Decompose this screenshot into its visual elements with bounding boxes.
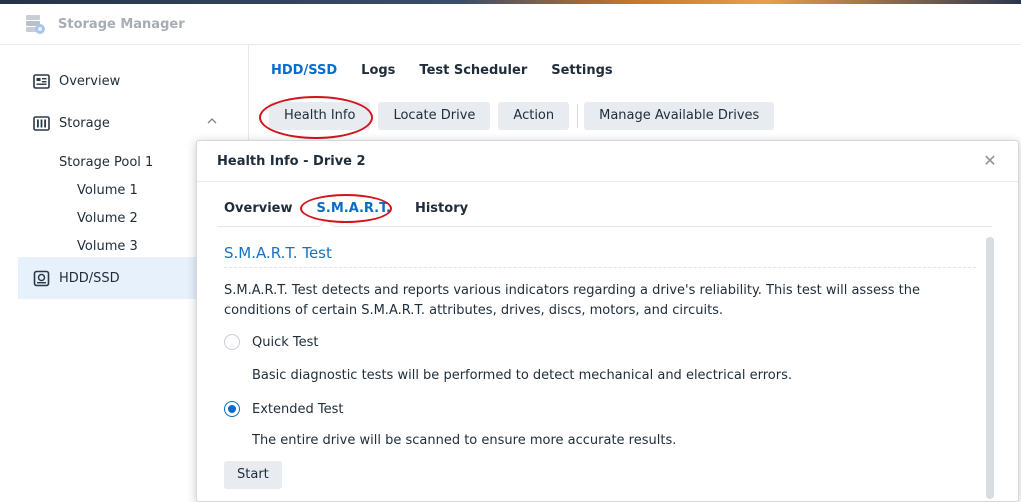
section-description: S.M.A.R.T. Test detects and reports vari… bbox=[224, 283, 920, 318]
quick-test-hint: Basic diagnostic tests will be performed… bbox=[252, 368, 792, 383]
dialog-tab-history[interactable]: History bbox=[415, 201, 468, 216]
active-tab-caret bbox=[318, 218, 335, 235]
dialog-tab-smart[interactable]: S.M.A.R.T. bbox=[317, 201, 391, 216]
tab-settings[interactable]: Settings bbox=[551, 64, 612, 92]
toolbar: Health Info Locate Drive Action Manage A… bbox=[259, 102, 782, 130]
sidebar-item-hdd-ssd-label: HDD/SSD bbox=[59, 270, 120, 286]
tab-logs[interactable]: Logs bbox=[361, 64, 395, 92]
sidebar-item-overview[interactable]: Overview bbox=[18, 61, 248, 101]
locate-drive-button[interactable]: Locate Drive bbox=[378, 102, 491, 130]
sidebar-item-volume-1[interactable]: Volume 1 bbox=[77, 183, 138, 198]
start-button[interactable]: Start bbox=[224, 461, 282, 489]
hdd-icon bbox=[33, 270, 50, 286]
quick-test-option[interactable]: Quick Test bbox=[224, 334, 319, 350]
action-button[interactable]: Action bbox=[498, 102, 570, 130]
tab-test-scheduler[interactable]: Test Scheduler bbox=[419, 64, 527, 92]
tab-hdd-ssd[interactable]: HDD/SSD bbox=[271, 64, 337, 92]
health-info-button[interactable]: Health Info bbox=[269, 102, 371, 130]
extended-test-radio[interactable] bbox=[224, 401, 240, 417]
quick-test-radio[interactable] bbox=[224, 334, 240, 350]
sidebar-item-volume-2[interactable]: Volume 2 bbox=[77, 211, 138, 226]
close-icon[interactable]: ✕ bbox=[981, 152, 999, 170]
sidebar-item-storage-label: Storage bbox=[59, 115, 110, 131]
manage-available-drives-button[interactable]: Manage Available Drives bbox=[584, 102, 775, 130]
dialog-header: Health Info - Drive 2 ✕ bbox=[197, 141, 1018, 182]
section-divider bbox=[224, 267, 976, 268]
extended-test-hint: The entire drive will be scanned to ensu… bbox=[252, 433, 677, 448]
health-info-dialog: Health Info - Drive 2 ✕ Overview S.M.A.R… bbox=[196, 140, 1019, 502]
toolbar-divider bbox=[577, 104, 579, 128]
storage-icon bbox=[33, 115, 50, 131]
dialog-tab-overview[interactable]: Overview bbox=[224, 201, 293, 216]
extended-test-label: Extended Test bbox=[252, 401, 344, 417]
window-titlebar: Storage Manager bbox=[0, 4, 1021, 45]
app-title: Storage Manager bbox=[58, 17, 185, 32]
overview-icon bbox=[33, 73, 50, 89]
sidebar-item-storage-pool-1[interactable]: Storage Pool 1 bbox=[59, 155, 153, 170]
chevron-up-icon[interactable] bbox=[206, 115, 218, 127]
extended-test-option[interactable]: Extended Test bbox=[224, 401, 343, 417]
sidebar-item-volume-3[interactable]: Volume 3 bbox=[77, 239, 138, 254]
main-tabs: HDD/SSD Logs Test Scheduler Settings bbox=[271, 64, 637, 92]
section-title: S.M.A.R.T. Test bbox=[224, 244, 332, 262]
dialog-scrollbar-thumb[interactable] bbox=[986, 237, 994, 499]
dialog-title: Health Info - Drive 2 bbox=[217, 154, 366, 169]
storage-manager-app-icon bbox=[26, 15, 45, 34]
quick-test-label: Quick Test bbox=[252, 334, 319, 350]
sidebar-item-overview-label: Overview bbox=[59, 73, 121, 89]
dialog-scrollbar[interactable] bbox=[986, 237, 994, 499]
dialog-tabs: Overview S.M.A.R.T. History bbox=[224, 201, 492, 216]
